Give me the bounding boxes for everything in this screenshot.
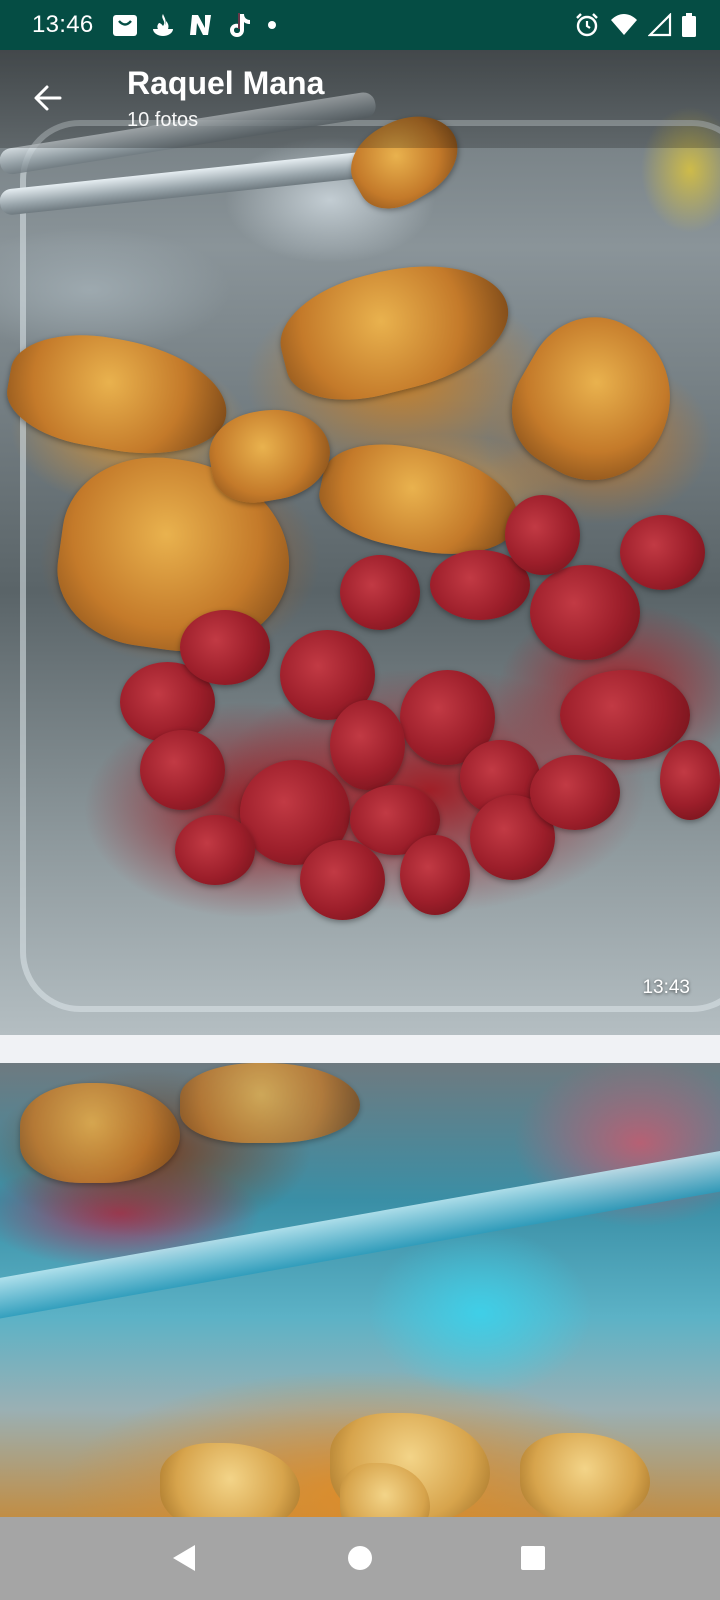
tiktok-icon [230, 13, 250, 37]
sausage-slice [180, 610, 270, 685]
sausage-slice [175, 815, 255, 885]
sausage-slice [340, 555, 420, 630]
sausage-slice [620, 515, 705, 590]
bag-icon [113, 15, 137, 36]
arrow-back-icon [34, 85, 62, 111]
chicken-piece [180, 1063, 360, 1143]
sausage-slice [400, 835, 470, 915]
nav-home-button[interactable] [337, 1535, 383, 1581]
app-bar: Raquel Mana 10 fotos [0, 50, 720, 148]
alarm-icon [576, 13, 598, 37]
sausage-slice [505, 495, 580, 575]
sausage-slice [560, 670, 690, 760]
signal-icon [648, 13, 672, 37]
page-title: Raquel Mana [127, 65, 325, 101]
photo-fish-stew[interactable] [0, 1063, 720, 1525]
sausage-slice [530, 755, 620, 830]
status-bar: 13:46 [0, 0, 720, 50]
sausage-slice [140, 730, 225, 810]
sausage-slice [660, 740, 720, 820]
notification-icons [112, 11, 276, 39]
photo-timestamp: 13:43 [642, 977, 690, 998]
battery-icon [682, 13, 696, 37]
chicken-piece [20, 1083, 180, 1183]
photo-chicken-sausage[interactable]: 13:43 [0, 50, 720, 1035]
status-time: 13:46 [32, 11, 94, 38]
fish-piece [160, 1443, 300, 1525]
recents-square-icon [521, 1546, 545, 1570]
nav-back-button[interactable] [162, 1535, 208, 1581]
santander-icon [153, 14, 173, 36]
wifi-icon [611, 14, 637, 35]
photo-count: 10 fotos [127, 109, 199, 131]
back-button[interactable] [24, 74, 72, 122]
system-icons [574, 11, 696, 39]
navigation-bar [0, 1517, 720, 1600]
sausage-slice [530, 565, 640, 660]
sausage-slice [300, 840, 385, 920]
netflix-icon [190, 15, 211, 35]
back-triangle-icon [173, 1545, 195, 1571]
sausage-slice [330, 700, 405, 790]
nav-recents-button[interactable] [510, 1535, 556, 1581]
notification-dot-icon [268, 21, 276, 29]
fish-piece [520, 1433, 650, 1523]
home-circle-icon [348, 1546, 372, 1570]
